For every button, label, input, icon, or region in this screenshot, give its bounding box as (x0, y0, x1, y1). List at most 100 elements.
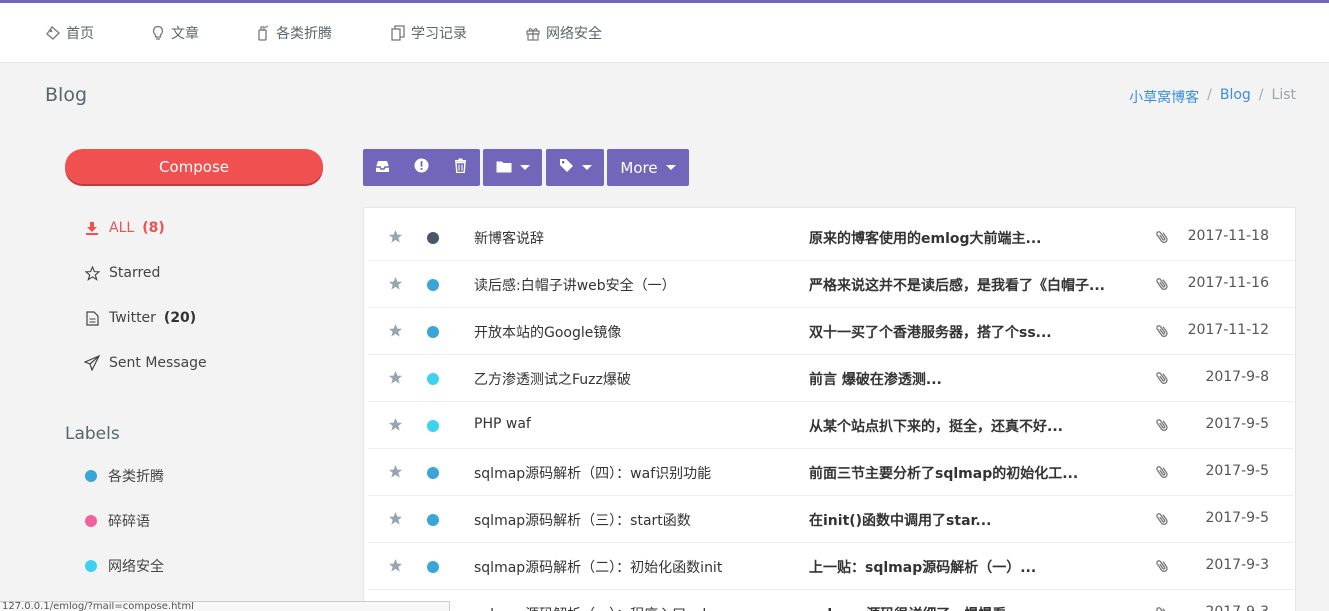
more-dropdown[interactable]: More (607, 149, 689, 186)
post-title[interactable]: PHP waf (474, 416, 531, 432)
post-title[interactable]: 读后感:白帽子讲web安全（一） (474, 275, 676, 295)
paperclip-icon (1156, 229, 1170, 245)
star-icon[interactable] (388, 323, 404, 339)
post-title[interactable]: sqlmap源码解析（四）：waf识别功能 (474, 463, 711, 483)
post-row[interactable]: sqlmap源码解析（四）：waf识别功能 前面三节主要分析了sqlmap的初始化… (368, 449, 1294, 496)
post-date: 2017-11-18 (1187, 228, 1269, 244)
move-to-folder-dropdown[interactable] (483, 149, 542, 186)
post-date: 2017-9-5 (1205, 463, 1269, 479)
post-title[interactable]: 乙方渗透测试之Fuzz爆破 (474, 369, 631, 389)
star-icon[interactable] (388, 370, 404, 386)
post-excerpt: 在init()函数中调用了star... (809, 513, 992, 529)
paper-plane-icon (84, 355, 100, 371)
post-label-dot (427, 373, 439, 385)
paperclip-icon (1156, 605, 1170, 611)
tag-dropdown[interactable] (546, 149, 604, 186)
post-date: 2017-9-3 (1205, 604, 1269, 611)
post-title[interactable]: sqlmap源码解析（二）：初始化函数init (474, 557, 722, 577)
folder-sent-message[interactable]: Sent Message (84, 353, 207, 373)
post-row[interactable]: sqlmap源码解析（一）：程序入口sqlmap.py sqlmap源码很详细了，… (368, 590, 1294, 611)
nav-item-label: 学习记录 (411, 26, 467, 42)
post-excerpt: 原来的博客使用的emlog大前端主... (809, 231, 1042, 247)
report-button[interactable] (402, 149, 441, 186)
post-title[interactable]: 新博客说辞 (474, 228, 544, 248)
paperclip-icon (1156, 323, 1170, 339)
folder-count: (20) (163, 310, 197, 326)
post-excerpt: sqlmap源码很详细了，慢慢看... (809, 604, 1022, 611)
post-row[interactable]: 新博客说辞 原来的博客使用的emlog大前端主... 2017-11-18 (368, 214, 1294, 261)
post-label-dot (427, 232, 439, 244)
label-color-dot (85, 470, 97, 482)
post-row[interactable]: sqlmap源码解析（三）：start函数 在init()函数中调用了star..… (368, 496, 1294, 543)
post-excerpt: 严格来说这并不是读后感，是我看了《白帽子... (809, 278, 1105, 294)
nav-item-label: 网络安全 (546, 26, 602, 42)
paperclip-icon (1156, 464, 1170, 480)
paperclip-icon (1156, 417, 1170, 433)
star-icon[interactable] (388, 276, 404, 292)
nav-item-home[interactable]: 首页 (45, 3, 94, 63)
post-row[interactable]: sqlmap源码解析（二）：初始化函数init 上一贴：sqlmap源码解析（一）… (368, 543, 1294, 590)
document-icon (84, 310, 100, 326)
folder-all[interactable]: ALL (8) (84, 218, 165, 238)
copy-icon (390, 25, 406, 41)
label-color-dot (85, 515, 97, 527)
breadcrumb: 小草窝博客 / Blog / List (1129, 87, 1296, 107)
spray-icon (255, 25, 271, 41)
post-date: 2017-11-12 (1187, 322, 1269, 338)
nav-item-label: 各类折腾 (276, 26, 332, 42)
nav-item-tinkering[interactable]: 各类折腾 (255, 3, 332, 63)
folder-twitter[interactable]: Twitter (20) (84, 308, 196, 328)
labels-heading: Labels (65, 424, 120, 444)
folder-label: Starred (109, 265, 161, 281)
post-title[interactable]: 开放本站的Google镜像 (474, 322, 621, 342)
folder-icon (496, 159, 512, 177)
more-label: More (620, 158, 658, 177)
breadcrumb-blog-link[interactable]: Blog (1220, 87, 1251, 107)
inbox-button[interactable] (363, 149, 402, 186)
folder-label: ALL (109, 220, 135, 236)
star-icon[interactable] (388, 558, 404, 574)
nav-item-study-notes[interactable]: 学习记录 (390, 3, 467, 63)
post-label-dot (427, 279, 439, 291)
browser-status-url: 127.0.0.1/emlog/?mail=compose.html (0, 601, 450, 611)
post-row[interactable]: 乙方渗透测试之Fuzz爆破 前言 爆破在渗透测... 2017-9-8 (368, 355, 1294, 402)
label-item[interactable]: 网络安全 (85, 556, 164, 576)
post-date: 2017-11-16 (1187, 275, 1269, 291)
folder-starred[interactable]: Starred (84, 263, 160, 283)
post-title[interactable]: sqlmap源码解析（三）：start函数 (474, 510, 691, 530)
post-row[interactable]: PHP waf 从某个站点扒下来的，挺全，还真不好... 2017-9-5 (368, 402, 1294, 449)
star-icon[interactable] (388, 511, 404, 527)
trash-icon (454, 158, 467, 177)
paperclip-icon (1156, 276, 1170, 292)
nav-item-label: 文章 (171, 26, 199, 42)
breadcrumb-separator: / (1258, 87, 1264, 103)
nav-item-articles[interactable]: 文章 (150, 3, 199, 63)
page-title: Blog (45, 84, 87, 106)
top-navbar: 首页 文章 各类折腾 学习记录 网络安全 (0, 3, 1329, 63)
breadcrumb-home-link[interactable]: 小草窝博客 (1129, 87, 1199, 107)
nav-item-label: 首页 (66, 26, 94, 42)
post-row[interactable]: 读后感:白帽子讲web安全（一） 严格来说这并不是读后感，是我看了《白帽子... 2… (368, 261, 1294, 308)
paperclip-icon (1156, 558, 1170, 574)
post-row[interactable]: 开放本站的Google镜像 双十一买了个香港服务器，搭了个ss... 2017-11… (368, 308, 1294, 355)
post-title[interactable]: sqlmap源码解析（一）：程序入口sqlmap.py (474, 604, 759, 611)
nav-item-security[interactable]: 网络安全 (525, 3, 602, 63)
delete-button[interactable] (441, 149, 480, 186)
paperclip-icon (1156, 370, 1170, 386)
post-label-dot (427, 420, 439, 432)
star-icon[interactable] (388, 229, 404, 245)
download-icon (84, 221, 100, 235)
star-icon[interactable] (388, 417, 404, 433)
post-label-dot (427, 467, 439, 479)
post-excerpt: 从某个站点扒下来的，挺全，还真不好... (809, 419, 1063, 435)
star-icon[interactable] (388, 464, 404, 480)
compose-button[interactable]: Compose (65, 149, 323, 184)
post-label-dot (427, 561, 439, 573)
inbox-icon (375, 158, 390, 177)
label-item[interactable]: 各类折腾 (85, 466, 164, 486)
star-outline-icon (84, 265, 100, 281)
label-color-dot (85, 560, 97, 572)
label-item[interactable]: 碎碎语 (85, 511, 150, 531)
post-excerpt: 前言 爆破在渗透测... (809, 372, 942, 388)
message-action-group (363, 149, 480, 186)
